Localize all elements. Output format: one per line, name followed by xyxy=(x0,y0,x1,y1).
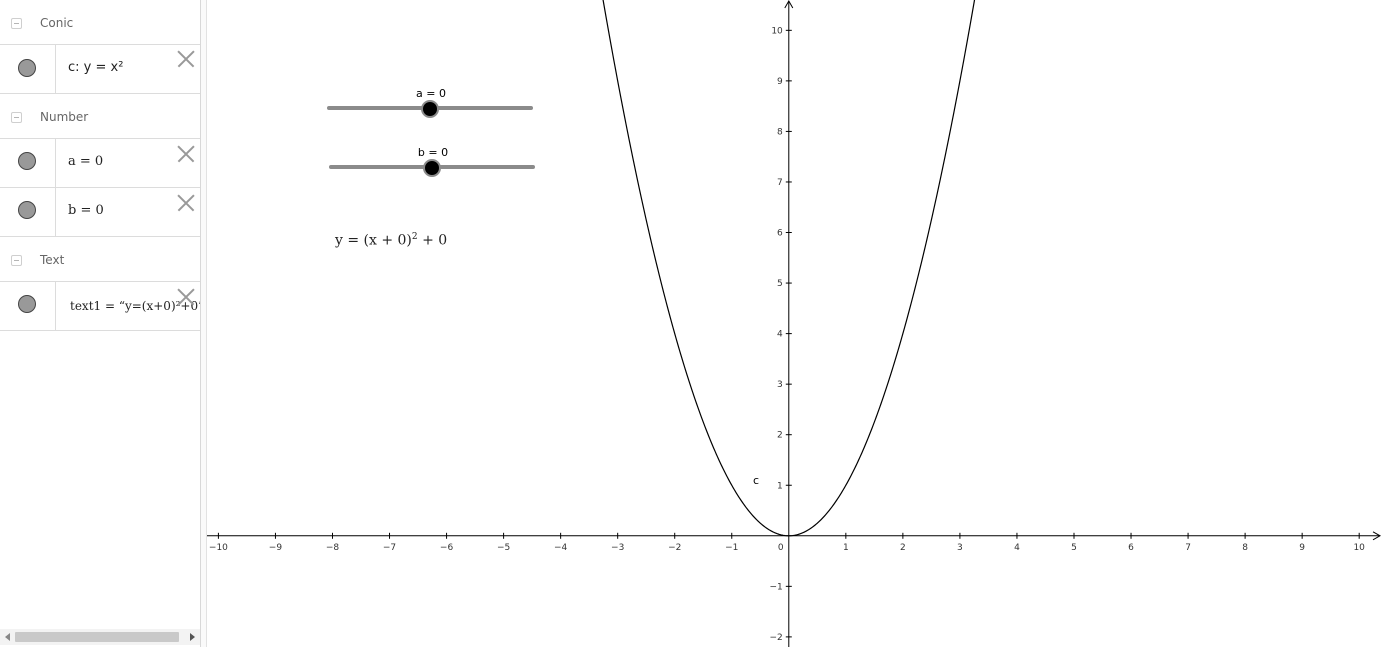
slider-a-handle[interactable] xyxy=(421,100,439,118)
scrollbar-thumb[interactable] xyxy=(15,632,179,642)
x-tick-label: 5 xyxy=(1071,543,1077,553)
visibility-marble-icon[interactable] xyxy=(18,59,36,77)
y-tick-label: 4 xyxy=(777,330,783,340)
y-tick-label: 2 xyxy=(777,431,783,441)
x-tick-label: −1 xyxy=(725,543,738,553)
slider-b-label: b = 0 xyxy=(417,146,449,159)
x-tick-label: −4 xyxy=(554,543,568,553)
y-tick-label: 7 xyxy=(777,178,783,188)
y-tick-label: 9 xyxy=(777,77,783,87)
y-tick-label: 5 xyxy=(777,279,783,289)
marble-cell xyxy=(0,188,56,236)
visibility-marble-icon[interactable] xyxy=(18,201,36,219)
scroll-right-icon[interactable] xyxy=(190,633,195,641)
marble-cell xyxy=(0,139,56,187)
algebra-row-text1[interactable]: text1 = “y=(x+0)²+0” xyxy=(0,281,200,331)
x-tick-label: −10 xyxy=(209,543,228,553)
group-header-text[interactable]: Text xyxy=(0,237,200,281)
algebra-row-text[interactable]: a = 0 xyxy=(68,154,103,169)
group-label-conic: Conic xyxy=(40,16,74,30)
x-tick-label: −8 xyxy=(326,543,340,553)
y-tick-label: −2 xyxy=(770,633,783,643)
group-header-number[interactable]: Number xyxy=(0,94,200,138)
algebra-row-text[interactable]: b = 0 xyxy=(68,203,104,218)
delete-icon[interactable] xyxy=(177,194,195,212)
delete-icon[interactable] xyxy=(177,50,195,68)
curve-label-c[interactable]: c xyxy=(753,474,759,487)
slider-a-label: a = 0 xyxy=(416,87,446,100)
collapse-icon[interactable] xyxy=(11,112,22,123)
algebra-view: Conic c: y = x² Number a = 0 b = 0 Text … xyxy=(0,0,200,647)
marble-cell xyxy=(0,45,56,93)
graphics-view[interactable]: −10 −9 −8 −7 −6 −5 −4 −3 −2 −1 0 1 2 3 4 5 6 7 8 9 10 −2 −1 1 2 3… xyxy=(207,0,1382,647)
group-header-conic[interactable]: Conic xyxy=(0,0,200,44)
x-tick-label: 2 xyxy=(900,543,906,553)
y-tick-label: 3 xyxy=(777,380,783,390)
delete-icon[interactable] xyxy=(177,145,195,163)
text1-object[interactable]: y = (x + 0)2 + 0 xyxy=(335,232,447,249)
y-tick-label: 10 xyxy=(771,26,783,36)
group-label-number: Number xyxy=(40,110,89,124)
y-tick-label: 8 xyxy=(777,127,783,137)
x-tick-label: 8 xyxy=(1242,543,1248,553)
x-tick-label: −9 xyxy=(269,543,283,553)
collapse-icon[interactable] xyxy=(11,18,22,29)
group-label-text: Text xyxy=(40,253,65,267)
delete-icon[interactable] xyxy=(177,288,195,306)
x-tick-label: 6 xyxy=(1128,543,1134,553)
x-tick-label: −5 xyxy=(497,543,510,553)
x-tick-label: −6 xyxy=(440,543,454,553)
panel-splitter[interactable] xyxy=(200,0,207,647)
x-tick-label: 3 xyxy=(957,543,963,553)
algebra-row-c[interactable]: c: y = x² xyxy=(0,44,200,94)
x-tick-label: −7 xyxy=(383,543,396,553)
collapse-icon[interactable] xyxy=(11,255,22,266)
algebra-row-text[interactable]: c: y = x² xyxy=(68,60,123,75)
slider-b-handle[interactable] xyxy=(423,159,441,177)
x-tick-label: 4 xyxy=(1014,543,1020,553)
x-tick-label: −2 xyxy=(668,543,681,553)
x-tick-label: 0 xyxy=(778,543,784,553)
slider-b[interactable]: b = 0 xyxy=(329,146,535,177)
y-tick-label: −1 xyxy=(770,582,783,592)
y-tick-label: 6 xyxy=(777,229,783,239)
text1-base: y = (x + 0) xyxy=(335,232,412,249)
text1-tail: + 0 xyxy=(417,232,448,249)
x-tick-label: 1 xyxy=(843,543,849,553)
x-tick-label: 10 xyxy=(1353,543,1365,553)
marble-cell xyxy=(0,282,56,330)
slider-a[interactable]: a = 0 xyxy=(327,87,533,118)
x-tick-label: 7 xyxy=(1185,543,1191,553)
algebra-row-a[interactable]: a = 0 xyxy=(0,138,200,188)
visibility-marble-icon[interactable] xyxy=(18,152,36,170)
scroll-left-icon[interactable] xyxy=(5,633,10,641)
visibility-marble-icon[interactable] xyxy=(18,295,36,313)
y-tick-label: 1 xyxy=(777,481,783,491)
algebra-row-b[interactable]: b = 0 xyxy=(0,187,200,237)
x-tick-label: 9 xyxy=(1299,543,1305,553)
geogebra-app: Conic c: y = x² Number a = 0 b = 0 Text … xyxy=(0,0,1382,647)
horizontal-scrollbar[interactable] xyxy=(0,629,200,645)
x-tick-label: −3 xyxy=(611,543,624,553)
